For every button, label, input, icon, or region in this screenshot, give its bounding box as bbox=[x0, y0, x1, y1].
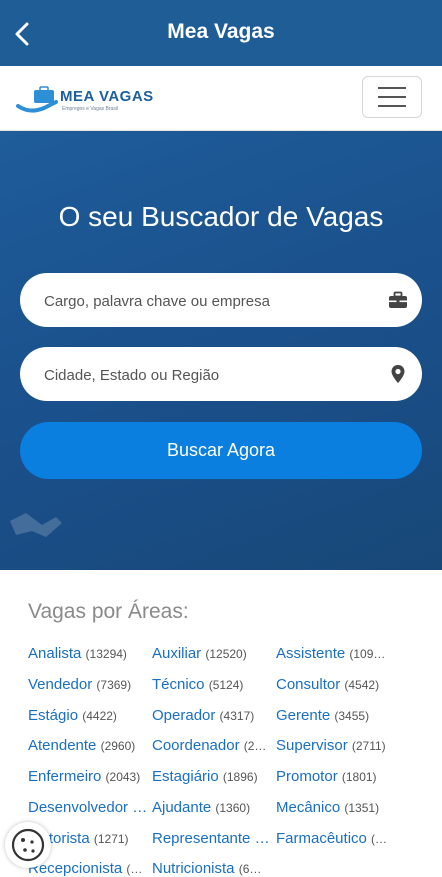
area-link-ajudante[interactable]: Ajudante (1360) bbox=[152, 799, 276, 816]
area-link-vendedor[interactable]: Vendedor (7369) bbox=[28, 676, 152, 693]
area-link-supervisor[interactable]: Supervisor (2711) bbox=[276, 737, 400, 754]
area-count: (2043) bbox=[105, 770, 141, 784]
area-name: Supervisor bbox=[276, 737, 348, 754]
site-navbar: MEA VAGAS Empregos e Vagas Brasil bbox=[0, 66, 442, 131]
area-link-representante[interactable]: Representante … bbox=[152, 830, 276, 847]
search-hero: O seu Buscador de Vagas Buscar Agora bbox=[0, 131, 442, 570]
area-count: (1896) bbox=[222, 770, 258, 784]
area-count: (3455) bbox=[334, 709, 370, 723]
hamburger-line bbox=[378, 87, 406, 89]
job-search-field[interactable] bbox=[20, 273, 422, 329]
app-bar: Mea Vagas bbox=[0, 0, 442, 66]
areas-section: Vagas por Áreas: Analista (13294) Auxili… bbox=[0, 570, 442, 877]
hamburger-line bbox=[378, 96, 406, 98]
area-link-farmaceutico[interactable]: Farmacêutico (… bbox=[276, 830, 400, 847]
area-link-desenvolvedor[interactable]: Desenvolvedor … bbox=[28, 799, 152, 816]
area-count: (2… bbox=[243, 739, 267, 753]
area-name: Gerente bbox=[276, 707, 331, 724]
brand-tagline: Empregos e Vagas Brasil bbox=[62, 106, 119, 112]
area-count: (2960) bbox=[100, 739, 136, 753]
area-name: Estagiário bbox=[152, 768, 219, 785]
hamburger-line bbox=[378, 105, 406, 107]
area-link-estagiario[interactable]: Estagiário (1896) bbox=[152, 768, 276, 785]
area-link-tecnico[interactable]: Técnico (5124) bbox=[152, 676, 276, 693]
brand-logo[interactable]: MEA VAGAS Empregos e Vagas Brasil bbox=[16, 86, 153, 116]
area-count: (4422) bbox=[82, 709, 117, 723]
area-name: Operador bbox=[152, 707, 216, 724]
job-search-input[interactable] bbox=[42, 273, 376, 329]
briefcase-hand-logo-icon bbox=[16, 86, 58, 113]
area-name: Consultor bbox=[276, 676, 341, 693]
area-link-nutricionista[interactable]: Nutricionista (6… bbox=[152, 860, 276, 877]
area-name: Ajudante bbox=[152, 799, 212, 816]
area-link-mecanico[interactable]: Mecânico (1351) bbox=[276, 799, 400, 816]
cookie-icon bbox=[11, 828, 45, 862]
area-count: (… bbox=[126, 862, 143, 876]
menu-toggle-button[interactable] bbox=[362, 76, 422, 118]
area-link-auxiliar[interactable]: Auxiliar (12520) bbox=[152, 645, 276, 662]
area-link-coordenador[interactable]: Coordenador (2… bbox=[152, 737, 276, 754]
area-count: (4317) bbox=[219, 709, 255, 723]
area-count: (… bbox=[371, 832, 388, 846]
area-name: Vendedor bbox=[28, 676, 93, 693]
area-count: (4542) bbox=[344, 678, 380, 692]
area-link-analista[interactable]: Analista (13294) bbox=[28, 645, 152, 662]
area-name: Coordenador bbox=[152, 737, 240, 754]
area-name: Promotor bbox=[276, 768, 338, 785]
area-name: Auxiliar bbox=[152, 645, 202, 662]
area-count: (1360) bbox=[215, 801, 251, 815]
hero-heading: O seu Buscador de Vagas bbox=[58, 201, 384, 232]
area-count: (12520) bbox=[205, 647, 247, 661]
area-count: (1801) bbox=[341, 770, 377, 784]
area-name: Técnico bbox=[152, 676, 205, 693]
handshake-decoration-icon bbox=[10, 513, 62, 537]
area-link-operador[interactable]: Operador (4317) bbox=[152, 707, 276, 724]
areas-heading: Vagas por Áreas: bbox=[28, 600, 189, 623]
area-name: Nutricionista bbox=[152, 860, 235, 877]
cookie-settings-button[interactable] bbox=[5, 822, 51, 868]
search-now-button[interactable]: Buscar Agora bbox=[20, 422, 422, 479]
area-link-estagio[interactable]: Estágio (4422) bbox=[28, 707, 152, 724]
briefcase-icon bbox=[389, 291, 407, 308]
area-count: (1351) bbox=[344, 801, 380, 815]
area-name: Estágio bbox=[28, 707, 79, 724]
app-title: Mea Vagas bbox=[167, 20, 275, 43]
area-count: (109… bbox=[349, 647, 386, 661]
area-count: (13294) bbox=[85, 647, 127, 661]
area-count: (1271) bbox=[93, 832, 129, 846]
area-name: Desenvolvedor … bbox=[28, 799, 148, 816]
area-link-promotor[interactable]: Promotor (1801) bbox=[276, 768, 400, 785]
area-name: Assistente bbox=[276, 645, 346, 662]
area-link-enfermeiro[interactable]: Enfermeiro (2043) bbox=[28, 768, 152, 785]
area-name: Mecânico bbox=[276, 799, 341, 816]
location-search-field[interactable] bbox=[20, 347, 422, 403]
area-name: Enfermeiro bbox=[28, 768, 102, 785]
area-count: (2711) bbox=[351, 739, 386, 753]
area-name: Atendente bbox=[28, 737, 97, 754]
area-name: Farmacêutico bbox=[276, 830, 367, 847]
area-name: Analista bbox=[28, 645, 82, 662]
location-search-input[interactable] bbox=[42, 347, 376, 403]
area-link-gerente[interactable]: Gerente (3455) bbox=[276, 707, 400, 724]
area-count: (7369) bbox=[96, 678, 132, 692]
area-count: (5124) bbox=[208, 678, 244, 692]
area-link-atendente[interactable]: Atendente (2960) bbox=[28, 737, 152, 754]
brand-name: MEA VAGAS bbox=[60, 88, 154, 105]
map-pin-icon bbox=[391, 365, 405, 383]
area-link-consultor[interactable]: Consultor (4542) bbox=[276, 676, 400, 693]
area-count: (6… bbox=[238, 862, 262, 876]
area-link-assistente[interactable]: Assistente (109… bbox=[276, 645, 400, 662]
area-name: Representante … bbox=[152, 830, 270, 847]
